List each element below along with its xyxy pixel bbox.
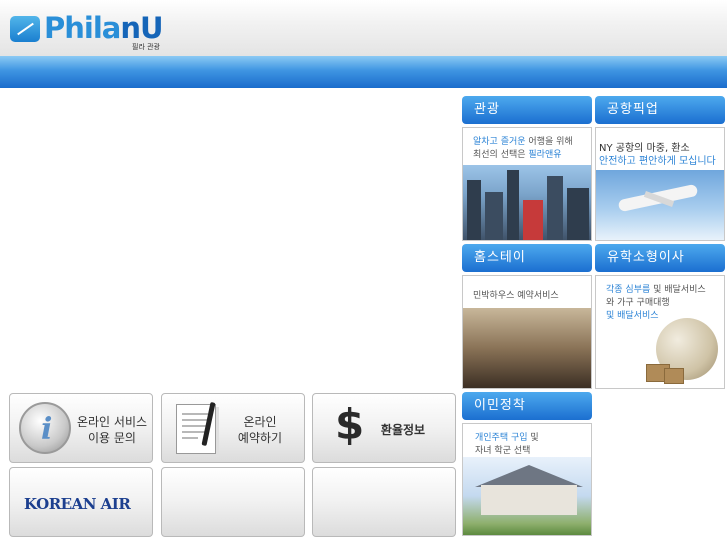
plain-text: 및 배달서비스 [650,285,706,295]
city-image [463,165,591,240]
tile-immigration[interactable]: 이민정착 개인주택 구입 및 자녀 학군 선택 [462,392,592,536]
tile-text-line: 와 가구 구매대행 [606,297,706,310]
empty-button[interactable] [312,467,456,537]
plain-text: 예약서비스 [514,291,559,301]
tile-text-line: 민박하우스 예약서비스 [473,290,559,303]
highlight-text: 개인주택 구입 [475,433,528,443]
tile-tourism[interactable]: 관광 알차고 즐거운 어행을 위해 최선의 선택은 필라앤유 [462,96,592,241]
tile-text-line: 각종 심부름 및 배달서비스 [606,284,706,297]
highlight-text: 안전하고 편안하게 모십니다 [599,156,716,167]
exchange-rate-button[interactable]: $ 환율정보 [312,393,456,463]
highlight-text: 알차고 즐거운 [473,137,526,147]
tile-text-line: 알차고 즐거운 어행을 위해 [473,136,573,149]
room-image [463,308,591,388]
plain-text: NY 공항의 마중, 환소 [599,143,690,154]
plain-text: 최선의 선택은 [473,150,529,160]
logo-subtitle: 필라 관광 [132,43,160,51]
tile-title: 홈스테이 [462,244,592,272]
tile-small-moving[interactable]: 유학소형이사 각종 심부름 및 배달서비스 와 가구 구매대행 및 배달서비스 [595,244,725,389]
nav-bar [0,56,727,88]
house-image [463,457,591,535]
button-label: 환율정보 [380,423,426,437]
tile-text: 각종 심부름 및 배달서비스 와 가구 구매대행 및 배달서비스 [606,284,706,323]
korean-air-logo: KOREAN AIR [24,495,131,513]
tile-text: 개인주택 구입 및 자녀 학군 선택 [475,432,539,458]
tile-title: 관광 [462,96,592,124]
header: PhilanU 필라 관광 [0,0,727,56]
highlight-text: 및 배달서비스 [606,311,659,321]
tile-text: NY 공항의 마중, 환소안전하고 편안하게 모십니다 [599,142,716,168]
airplane-image [596,170,724,240]
tile-homestay[interactable]: 홈스테이 민박하우스 예약서비스 [462,244,592,389]
tile-title: 이민정착 [462,392,592,420]
tile-body: NY 공항의 마중, 환소안전하고 편안하게 모십니다 [595,127,725,241]
plain-text: 와 가구 구매대행 [606,298,670,308]
plain-text: 민박하우스 [473,291,515,301]
tile-text-line: NY 공항의 마중, 환소 [599,142,716,155]
online-booking-button[interactable]: 온라인 예약하기 [161,393,305,463]
tile-body: 알차고 즐거운 어행을 위해 최선의 선택은 필라앤유 [462,127,592,241]
info-icon: i [19,402,71,454]
tile-title: 유학소형이사 [595,244,725,272]
tile-text: 민박하우스 예약서비스 [473,290,559,303]
korean-air-button[interactable]: KOREAN AIR [9,467,153,537]
button-label: 온라인 서비스 이용 문의 [76,415,148,445]
tile-airport-pickup[interactable]: 공항픽업 NY 공항의 마중, 환소안전하고 편안하게 모십니다 [595,96,725,241]
plain-text: 및 [527,433,539,443]
highlight-text: 필라앤유 [528,150,562,160]
online-inquiry-button[interactable]: i 온라인 서비스 이용 문의 [9,393,153,463]
logo-text: PhilanU [44,11,164,45]
tile-body: 민박하우스 예약서비스 [462,275,592,389]
philanu-logo[interactable]: PhilanU 필라 관광 [8,11,178,52]
button-label: 온라인 예약하기 [237,415,283,445]
tile-body: 개인주택 구입 및 자녀 학군 선택 [462,423,592,536]
tile-text-line: 최선의 선택은 필라앤유 [473,149,573,162]
plain-text: 자녀 학군 선택 [475,446,531,456]
tile-text-line: 안전하고 편안하게 모십니다 [599,155,716,168]
dollar-icon: $ [335,400,365,449]
tile-title: 공항픽업 [595,96,725,124]
logo-mark-icon [10,16,40,42]
plain-text: 어행을 위해 [525,137,573,147]
highlight-text: 각종 심부름 [606,285,651,295]
tile-text-line: 개인주택 구입 및 [475,432,539,445]
tile-body: 각종 심부름 및 배달서비스 와 가구 구매대행 및 배달서비스 [595,275,725,389]
empty-button[interactable] [161,467,305,537]
tile-text: 알차고 즐거운 어행을 위해 최선의 선택은 필라앤유 [473,136,573,162]
